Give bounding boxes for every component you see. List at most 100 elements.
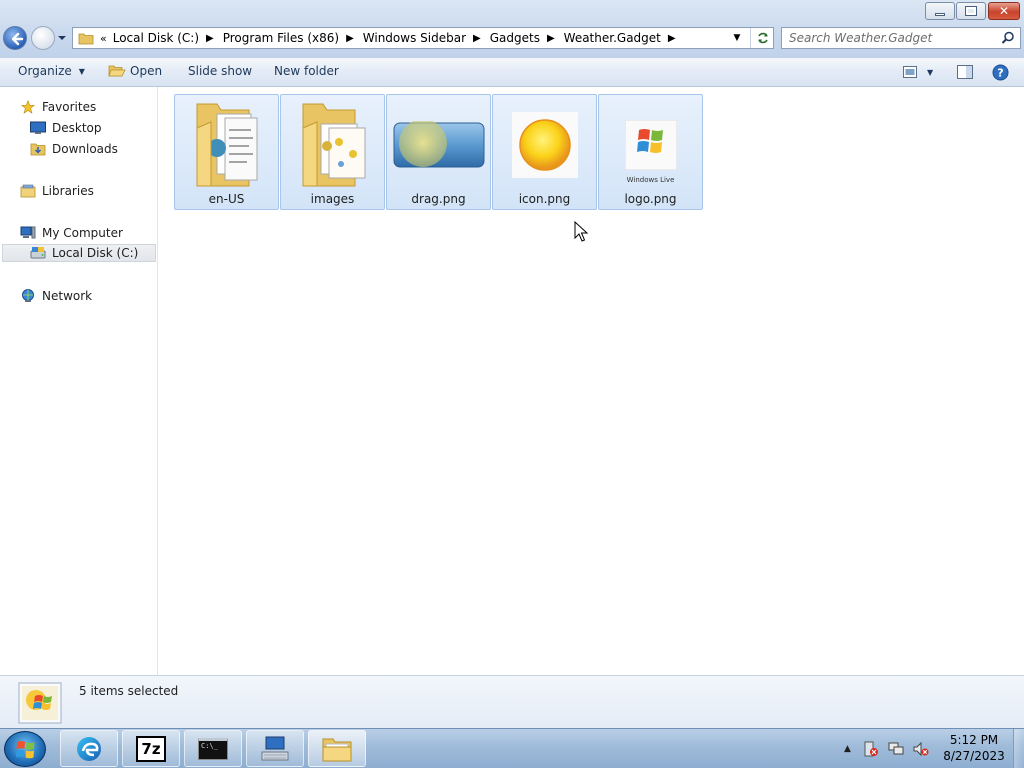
open-label: Open — [130, 64, 163, 78]
breadcrumb: « Local Disk (C:) ▶ Program Files (x86) … — [100, 28, 727, 48]
file-item-icon-png[interactable]: icon.png — [492, 94, 597, 210]
file-name: logo.png — [624, 192, 677, 206]
title-bar: ✕ « Local Disk (C:) ▶ Program Files (x86… — [0, 0, 1024, 58]
network-icon — [22, 289, 34, 302]
file-item-en-us[interactable]: en-US — [174, 94, 279, 210]
command-bar: Organize ▼ Open Slide show New folder ▼ … — [0, 58, 1024, 87]
nav-computer[interactable]: My Computer — [20, 224, 123, 242]
file-item-images[interactable]: images — [280, 94, 385, 210]
chevron-right-icon[interactable]: ▶ — [346, 33, 354, 44]
show-desktop-button[interactable] — [1013, 729, 1024, 768]
system-tray: ▲ — [844, 729, 929, 768]
mouse-cursor-icon — [574, 221, 589, 242]
details-pane: 5 items selected — [0, 675, 1024, 728]
file-item-logo-png[interactable]: Windows Live logo.png — [598, 94, 703, 210]
breadcrumb-overflow[interactable]: « — [100, 32, 107, 45]
7zip-icon: 7z — [136, 735, 166, 762]
action-center-icon[interactable] — [863, 741, 879, 757]
taskbar-7zip[interactable]: 7z — [122, 730, 180, 767]
nav-downloads[interactable]: Downloads — [30, 140, 118, 158]
maximize-button[interactable] — [956, 2, 986, 20]
chevron-down-icon: ▼ — [78, 66, 85, 76]
close-button[interactable]: ✕ — [988, 2, 1020, 20]
open-button[interactable]: Open — [108, 64, 162, 78]
help-button[interactable]: ? — [992, 63, 1009, 81]
taskbar-network[interactable] — [246, 730, 304, 767]
folder-thumbnail — [281, 99, 384, 191]
breadcrumb-gadgets[interactable]: Gadgets — [490, 31, 540, 45]
network-status-icon[interactable] — [888, 741, 904, 757]
edge-icon — [77, 736, 101, 761]
view-options-dropdown[interactable]: ▼ — [927, 63, 933, 81]
taskbar: 7z C:\_ ▲ 5:12 PM 8/27/2023 — [0, 728, 1024, 768]
volume-muted-icon[interactable] — [913, 741, 929, 757]
clock-time: 5:12 PM — [949, 733, 999, 747]
organize-label: Organize — [18, 64, 72, 78]
file-name: drag.png — [411, 192, 466, 206]
nav-computer-label: My Computer — [42, 226, 123, 240]
nav-local-disk-label: Local Disk (C:) — [52, 246, 139, 260]
chevron-right-icon[interactable]: ▶ — [668, 33, 676, 44]
change-view-button[interactable] — [903, 63, 917, 81]
libraries-icon — [20, 184, 36, 198]
forward-button[interactable] — [31, 26, 55, 50]
file-item-drag-png[interactable]: drag.png — [386, 94, 491, 210]
breadcrumb-weather-gadget[interactable]: Weather.Gadget — [564, 31, 661, 45]
search-icon[interactable] — [1001, 31, 1015, 45]
address-bar[interactable]: « Local Disk (C:) ▶ Program Files (x86) … — [72, 27, 774, 49]
image-thumbnail — [387, 99, 490, 191]
open-folder-icon — [108, 65, 126, 77]
downloads-folder-icon — [30, 143, 46, 156]
back-button[interactable] — [3, 26, 27, 50]
chevron-right-icon[interactable]: ▶ — [206, 33, 214, 44]
slideshow-button[interactable]: Slide show — [188, 64, 252, 78]
nav-local-disk[interactable]: Local Disk (C:) — [2, 244, 156, 262]
taskbar-cmd[interactable]: C:\_ — [184, 730, 242, 767]
preview-pane-button[interactable] — [957, 63, 973, 81]
close-icon: ✕ — [998, 4, 1010, 18]
address-dropdown[interactable]: ▼ — [727, 28, 747, 48]
preview-pane-icon — [957, 65, 973, 79]
restore-icon — [965, 6, 977, 16]
explorer-icon — [322, 738, 352, 761]
desktop-icon — [30, 121, 46, 134]
sun-icon — [511, 112, 578, 178]
breadcrumb-local-disk[interactable]: Local Disk (C:) — [113, 31, 199, 45]
windows-logo-icon — [16, 741, 35, 759]
recent-pages-dropdown[interactable] — [57, 33, 67, 43]
minimize-icon — [935, 12, 945, 16]
organize-button[interactable]: Organize ▼ — [18, 64, 85, 78]
new-folder-label: New folder — [274, 64, 339, 78]
drive-icon — [30, 247, 46, 259]
image-thumbnail: Windows Live — [599, 99, 702, 191]
windows-live-logo-text: Windows Live — [626, 176, 675, 184]
nav-favorites[interactable]: Favorites — [20, 98, 96, 116]
chevron-right-icon[interactable]: ▶ — [473, 33, 481, 44]
taskbar-explorer[interactable] — [308, 730, 366, 767]
drag-image-icon — [393, 121, 484, 168]
breadcrumb-program-files[interactable]: Program Files (x86) — [223, 31, 339, 45]
minimize-button[interactable] — [925, 2, 955, 20]
nav-desktop[interactable]: Desktop — [30, 119, 102, 137]
start-button[interactable] — [4, 731, 46, 767]
windows-live-logo-icon — [624, 120, 677, 170]
breadcrumb-windows-sidebar[interactable]: Windows Sidebar — [363, 31, 466, 45]
taskbar-edge[interactable] — [60, 730, 118, 767]
chevron-right-icon[interactable]: ▶ — [547, 33, 555, 44]
nav-libraries-label: Libraries — [42, 184, 94, 198]
computer-icon — [20, 226, 36, 239]
clock[interactable]: 5:12 PM 8/27/2023 — [940, 732, 1008, 764]
show-hidden-icons-button[interactable]: ▲ — [844, 744, 851, 754]
nav-desktop-label: Desktop — [52, 121, 102, 135]
search-input[interactable] — [782, 28, 1001, 48]
nav-network[interactable]: Network — [20, 287, 92, 305]
network-keyboard-icon — [261, 736, 289, 760]
image-thumbnail — [493, 99, 596, 191]
nav-libraries[interactable]: Libraries — [20, 182, 94, 200]
refresh-button[interactable] — [750, 28, 774, 48]
new-folder-button[interactable]: New folder — [274, 64, 339, 78]
slideshow-label: Slide show — [188, 64, 253, 78]
file-name: icon.png — [518, 192, 571, 206]
refresh-icon — [757, 32, 768, 44]
gadget-preview-icon — [18, 682, 62, 724]
